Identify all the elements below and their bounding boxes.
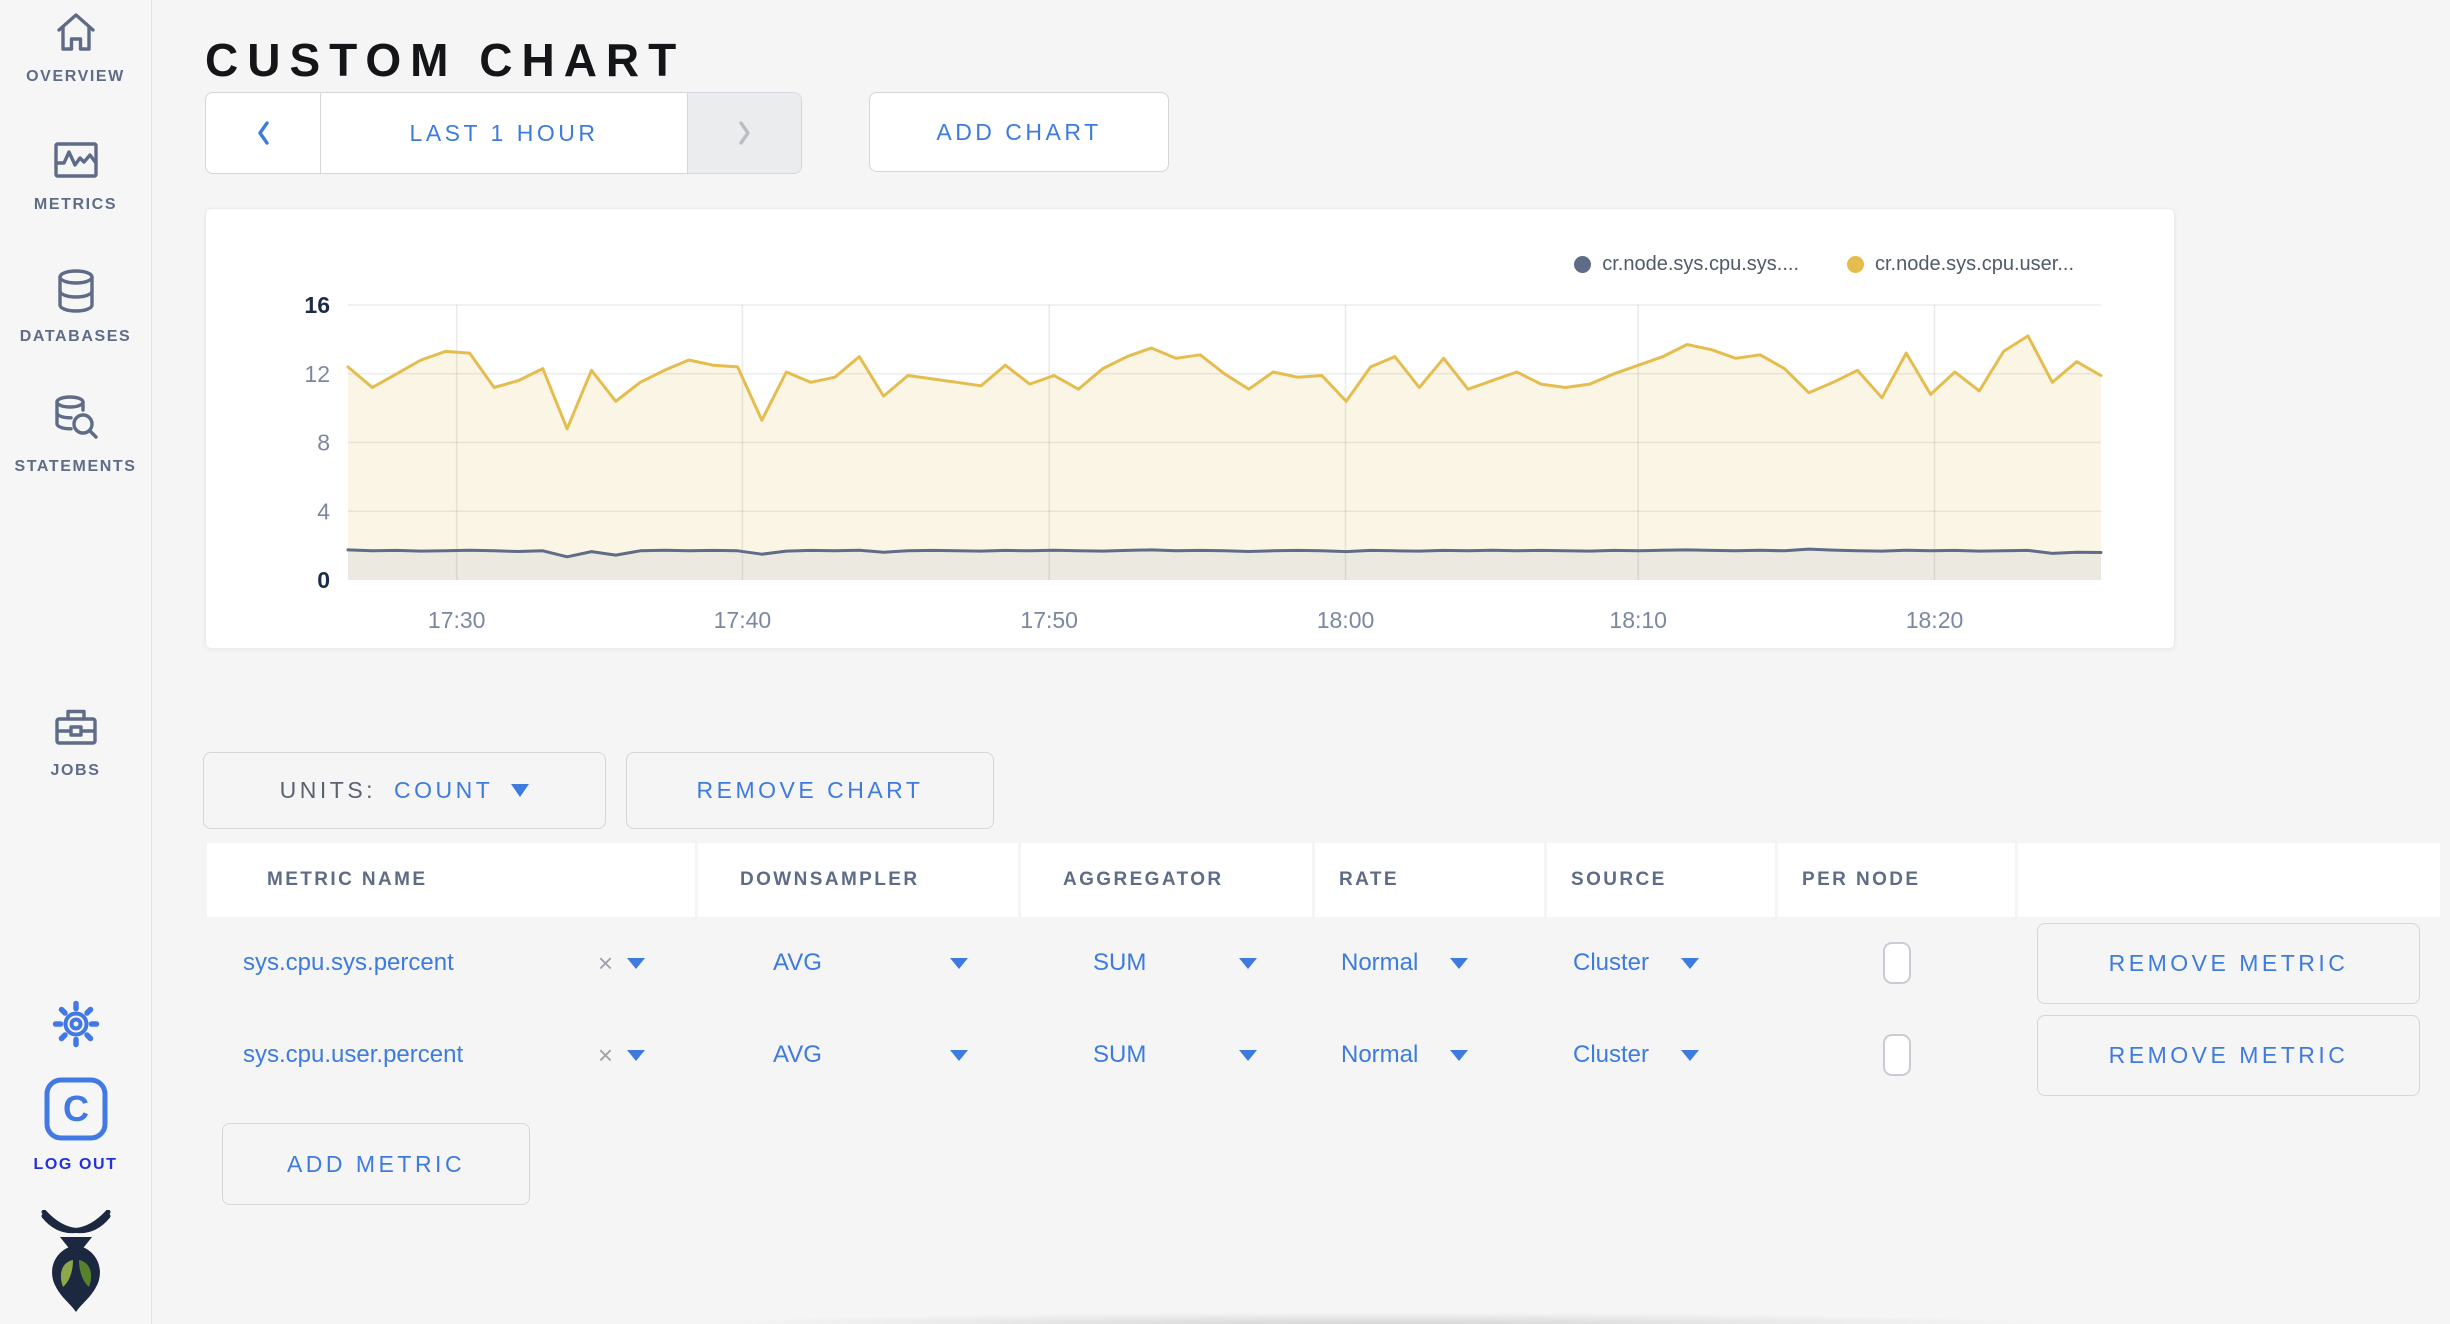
chart-card: cr.node.sys.cpu.sys.... cr.node.sys.cpu.… — [205, 208, 2175, 649]
time-range-dropdown[interactable]: LAST 1 HOUR — [321, 93, 687, 173]
svg-text:17:50: 17:50 — [1020, 607, 1078, 633]
table-row: sys.cpu.user.percent × AVG SUM Normal Cl… — [207, 1009, 2443, 1101]
source-dropdown[interactable]: Cluster — [1573, 949, 1649, 977]
aggregator-dropdown[interactable]: SUM — [1093, 949, 1146, 977]
sidebar-item-statements[interactable]: STATEMENTS — [0, 394, 151, 476]
column-header: METRIC NAME — [207, 843, 695, 917]
home-icon — [52, 10, 100, 54]
chevron-down-icon[interactable] — [950, 1049, 968, 1061]
logout-label: LOG OUT — [33, 1156, 118, 1173]
sidebar-item-databases[interactable]: DATABASES — [0, 268, 151, 346]
column-header: AGGREGATOR — [1021, 843, 1312, 917]
sidebar-item-label: DATABASES — [19, 328, 132, 345]
units-label: UNITS: — [279, 777, 377, 803]
column-header: SOURCE — [1547, 843, 1775, 917]
chevron-down-icon[interactable] — [1239, 1049, 1257, 1061]
units-dropdown[interactable]: UNITS: COUNT — [203, 752, 606, 829]
rate-dropdown[interactable]: Normal — [1341, 949, 1418, 977]
svg-text:4: 4 — [317, 498, 330, 524]
gear-icon — [50, 998, 102, 1050]
remove-metric-button[interactable]: REMOVE METRIC — [2037, 922, 2420, 1004]
svg-text:8: 8 — [317, 430, 330, 456]
table-row: sys.cpu.sys.percent × AVG SUM Normal Clu… — [207, 917, 2443, 1009]
metrics-icon — [52, 138, 100, 182]
timeseries-chart: 0 4 8 12 16 17:30 17:40 17:50 18:00 18:10 18:20 — [304, 292, 2103, 633]
chevron-down-icon[interactable] — [627, 957, 645, 969]
sidebar-item-metrics[interactable]: METRICS — [0, 138, 151, 214]
svg-text:18:10: 18:10 — [1609, 607, 1667, 633]
column-header: DOWNSAMPLER — [698, 843, 1018, 917]
aggregator-dropdown[interactable]: SUM — [1093, 1041, 1146, 1069]
svg-text:17:40: 17:40 — [714, 607, 772, 633]
scroll-shadow — [500, 1310, 2250, 1324]
remove-chart-button[interactable]: REMOVE CHART — [626, 752, 994, 829]
sidebar-item-label: METRICS — [33, 196, 118, 213]
logout-button[interactable]: C LOG OUT — [0, 1076, 151, 1174]
column-header: RATE — [1315, 843, 1544, 917]
time-range-selector: LAST 1 HOUR — [205, 92, 802, 174]
metric-name-dropdown[interactable]: sys.cpu.user.percent — [243, 1041, 463, 1069]
chevron-down-icon[interactable] — [1450, 957, 1469, 969]
metrics-table-header: METRIC NAME DOWNSAMPLER AGGREGATOR RATE … — [207, 843, 2443, 917]
downsampler-dropdown[interactable]: AVG — [773, 949, 822, 977]
chevron-down-icon[interactable] — [1239, 957, 1257, 969]
add-chart-button[interactable]: ADD CHART — [869, 92, 1169, 172]
main-content: CUSTOM CHART LAST 1 HOUR ADD CHART cr.no… — [152, 0, 2450, 1324]
time-next-button[interactable] — [687, 93, 801, 173]
chevron-down-icon[interactable] — [1450, 1049, 1469, 1061]
briefcase-icon — [52, 704, 100, 748]
clear-metric-icon[interactable]: × — [598, 1042, 613, 1068]
chevron-down-icon[interactable] — [627, 1049, 645, 1061]
chevron-right-icon — [738, 121, 750, 145]
source-dropdown[interactable]: Cluster — [1573, 1041, 1649, 1069]
svg-text:0: 0 — [317, 567, 330, 593]
custom-chart-page: OVERVIEW METRICS DATABASES STATEMENTS JO… — [0, 0, 2450, 1324]
svg-text:18:00: 18:00 — [1317, 607, 1375, 633]
settings-button[interactable] — [0, 998, 151, 1050]
chevron-down-icon[interactable] — [1681, 1049, 1700, 1061]
per-node-checkbox[interactable] — [1882, 942, 1911, 984]
cockroachdb-logo-icon — [36, 1210, 116, 1314]
svg-text:18:20: 18:20 — [1906, 607, 1964, 633]
time-prev-button[interactable] — [206, 93, 321, 173]
rate-dropdown[interactable]: Normal — [1341, 1041, 1418, 1069]
page-title: CUSTOM CHART — [205, 33, 686, 86]
sidebar-item-overview[interactable]: OVERVIEW — [0, 10, 151, 86]
sidebar: OVERVIEW METRICS DATABASES STATEMENTS JO… — [0, 0, 152, 1324]
chevron-down-icon[interactable] — [1681, 957, 1700, 969]
downsampler-dropdown[interactable]: AVG — [773, 1041, 822, 1069]
sidebar-item-label: OVERVIEW — [26, 68, 125, 85]
database-icon — [52, 268, 100, 314]
add-metric-button[interactable]: ADD METRIC — [222, 1123, 530, 1205]
column-header: PER NODE — [1778, 843, 2015, 917]
metrics-table: METRIC NAME DOWNSAMPLER AGGREGATOR RATE … — [207, 843, 2443, 1101]
chevron-down-icon[interactable] — [950, 957, 968, 969]
chart-options-row: UNITS: COUNT REMOVE CHART — [203, 752, 994, 829]
svg-text:17:30: 17:30 — [428, 607, 486, 633]
chevron-left-icon — [258, 121, 269, 145]
remove-metric-button[interactable]: REMOVE METRIC — [2037, 1014, 2420, 1096]
column-header — [2018, 843, 2440, 917]
svg-text:16: 16 — [304, 292, 330, 318]
cockroach-bug-logo — [0, 1210, 151, 1314]
per-node-checkbox[interactable] — [1882, 1034, 1911, 1076]
cockroach-c-logo-icon: C — [43, 1076, 109, 1142]
svg-text:12: 12 — [304, 361, 330, 387]
clear-metric-icon[interactable]: × — [598, 950, 613, 976]
chevron-down-icon — [511, 784, 530, 797]
controls-row: LAST 1 HOUR ADD CHART — [205, 92, 1169, 174]
sidebar-item-label: JOBS — [50, 762, 101, 779]
svg-text:C: C — [63, 1088, 89, 1129]
sidebar-item-label: STATEMENTS — [14, 458, 137, 475]
metric-name-dropdown[interactable]: sys.cpu.sys.percent — [243, 949, 454, 977]
sidebar-item-jobs[interactable]: JOBS — [0, 704, 151, 780]
units-value: COUNT — [394, 777, 494, 803]
statements-icon — [50, 394, 102, 444]
